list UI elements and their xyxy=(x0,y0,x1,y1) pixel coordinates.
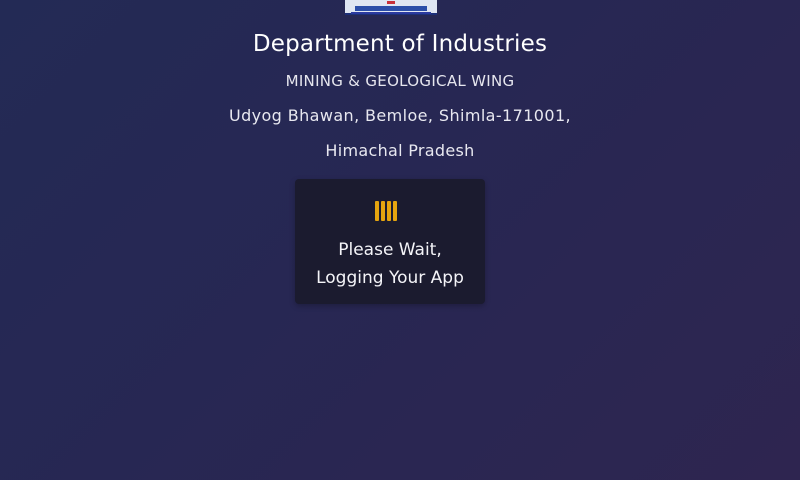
loading-bar xyxy=(393,201,397,221)
logo-stripe xyxy=(351,12,431,14)
loading-card: Please Wait, Logging Your App xyxy=(295,179,485,304)
page-subtitle: MINING & GEOLOGICAL WING xyxy=(285,72,515,90)
loading-bar xyxy=(381,201,385,221)
logo-mark xyxy=(387,1,395,4)
address-line-2: Himachal Pradesh xyxy=(325,141,475,160)
department-logo xyxy=(345,0,437,15)
loading-bar xyxy=(387,201,391,221)
logo-band xyxy=(355,6,427,11)
loading-bar xyxy=(375,201,379,221)
loading-message-line-2: Logging Your App xyxy=(316,268,464,288)
page-title: Department of Industries xyxy=(252,31,548,57)
address-line-1: Udyog Bhawan, Bemloe, Shimla-171001, xyxy=(228,106,572,125)
loading-bars-icon xyxy=(375,201,405,221)
loading-message-line-1: Please Wait, xyxy=(338,240,442,260)
